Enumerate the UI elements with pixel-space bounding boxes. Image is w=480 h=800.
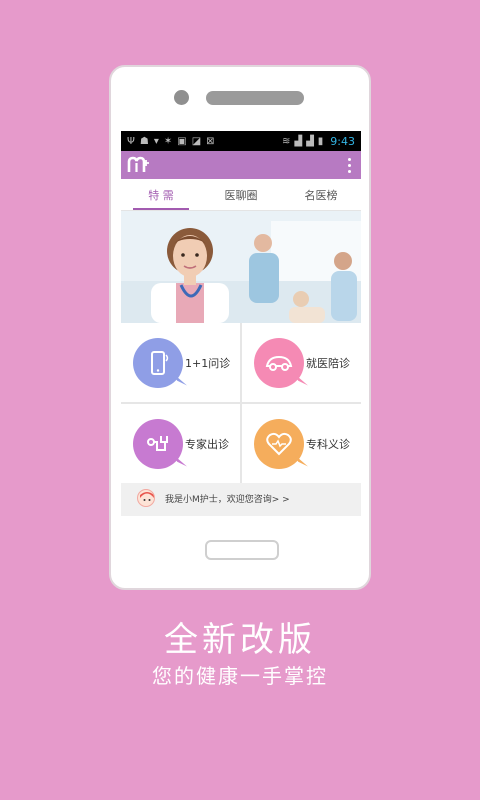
battery-icon: ▮ <box>317 135 324 147</box>
service-escort-label: 就医陪诊 <box>306 356 350 370</box>
app-screen: Ψ ☗ ▾ ✶ ▣ ◪ ⊠ ≋ ▟ ▟ ▮ 9:43 特 需 医聊圈 名医榜 1… <box>121 131 361 516</box>
service-consult[interactable]: 1+1问诊 <box>121 323 240 402</box>
service-consult-label: 1+1问诊 <box>185 356 231 370</box>
status-indicators: ≋ ▟ ▟ ▮ 9:43 <box>282 135 355 148</box>
stethoscope-icon <box>133 418 183 469</box>
service-escort[interactable]: 就医陪诊 <box>242 323 361 402</box>
usb-icon: Ψ <box>127 135 135 147</box>
blocked-icon: ◪ <box>191 135 202 147</box>
status-bar: Ψ ☗ ▾ ✶ ▣ ◪ ⊠ ≋ ▟ ▟ ▮ 9:43 <box>121 131 361 151</box>
wifi-icon: ≋ <box>281 135 291 147</box>
tab-doctor-ranking[interactable]: 名医榜 <box>281 179 361 210</box>
signal-icon: ▟ <box>294 135 303 147</box>
promo-subline: 您的健康一手掌控 <box>152 664 328 688</box>
speaker-grille <box>206 91 304 105</box>
clock: 9:43 <box>330 134 355 148</box>
doctor-photo <box>121 211 361 323</box>
android-icon: ☗ <box>139 135 149 147</box>
signal-2-icon: ▟ <box>306 135 314 147</box>
service-grid: 1+1问诊 就医陪诊 专家出诊 专科义诊 <box>121 323 361 483</box>
tab-medical-chat[interactable]: 医聊圈 <box>201 179 281 210</box>
promo-banner[interactable] <box>121 211 361 323</box>
home-button <box>205 540 279 560</box>
notification-icons: Ψ ☗ ▾ ✶ ▣ ◪ ⊠ <box>127 136 215 147</box>
promo-headline: 全新改版 <box>164 620 316 660</box>
service-expert-visit-label: 专家出诊 <box>185 437 229 451</box>
car-icon <box>254 337 304 388</box>
tab-bar: 特 需 医聊圈 名医榜 <box>121 179 361 211</box>
image-icon: ▣ <box>177 135 187 147</box>
nurse-avatar <box>137 489 155 507</box>
phone-mockup: Ψ ☗ ▾ ✶ ▣ ◪ ⊠ ≋ ▟ ▟ ▮ 9:43 特 需 医聊圈 名医榜 1… <box>109 65 371 590</box>
phone-icon <box>133 337 183 388</box>
camera-dot <box>174 90 189 105</box>
service-free-clinic-label: 专科义诊 <box>306 437 350 451</box>
heart-pulse-icon <box>254 418 304 469</box>
tab-special-needs[interactable]: 特 需 <box>121 179 201 210</box>
butterfly-icon: ✶ <box>163 135 173 147</box>
app-bar <box>121 151 361 179</box>
app-logo-icon[interactable] <box>127 155 151 175</box>
nurse-chat-text: 我是小M护士，欢迎您咨询> > <box>165 494 290 505</box>
service-free-clinic[interactable]: 专科义诊 <box>242 404 361 483</box>
overflow-menu-icon[interactable] <box>343 155 355 175</box>
shield-icon: ▾ <box>153 135 159 147</box>
nurse-chat-bar[interactable]: 我是小M护士，欢迎您咨询> > <box>121 483 361 513</box>
shop-icon: ⊠ <box>206 135 215 147</box>
service-expert-visit[interactable]: 专家出诊 <box>121 404 240 483</box>
